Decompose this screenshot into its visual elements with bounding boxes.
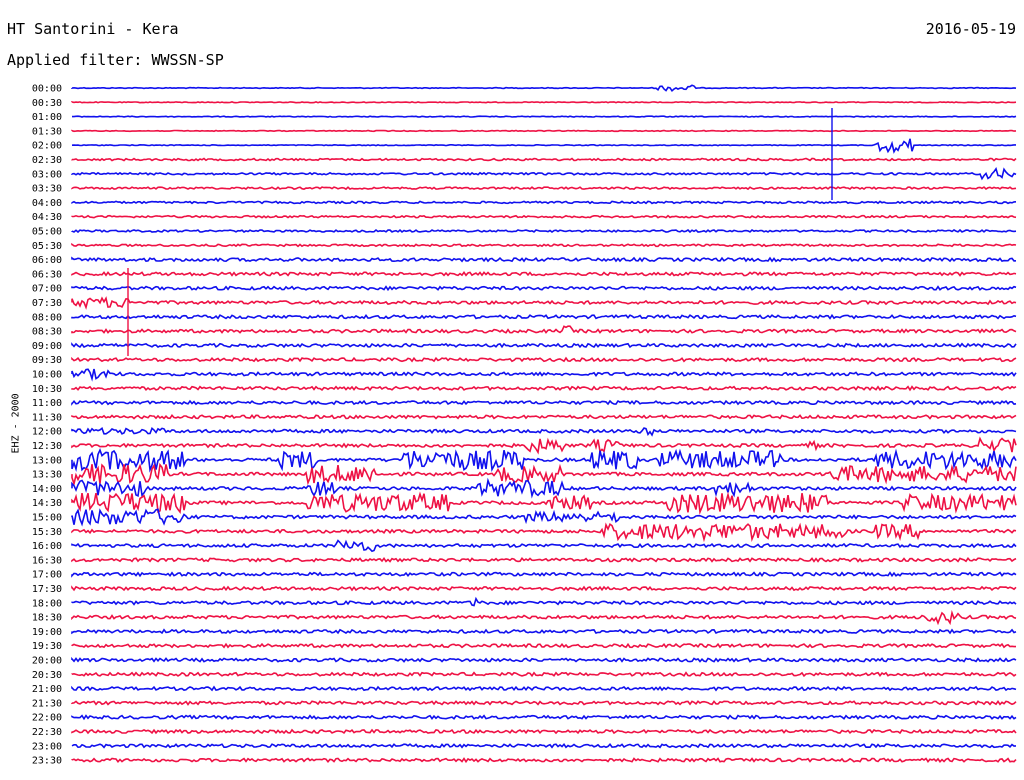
seismic-trace [71,166,1017,181]
seismic-trace [71,743,1017,749]
time-label: 16:00 [32,541,62,552]
time-label: 23:00 [32,741,62,752]
seismic-trace [71,157,1017,162]
seismic-trace [71,462,1017,487]
time-label: 15:30 [32,527,62,538]
seismic-trace [71,129,1017,133]
seismic-trace [71,200,1017,205]
seismic-trace [71,186,1017,191]
seismic-trace [71,656,1017,663]
seismic-trace [71,585,1017,592]
time-label: 13:30 [32,470,62,481]
seismic-trace [71,596,1017,607]
seismic-trace [71,491,1017,515]
time-label: 16:30 [32,555,62,566]
time-label: 06:00 [32,255,62,266]
time-label: 01:00 [32,112,62,123]
time-label: 18:00 [32,598,62,609]
seismic-trace [71,628,1017,635]
seismic-trace [71,448,1017,473]
seismic-trace [71,571,1017,578]
seismic-trace [71,356,1017,363]
time-label: 10:00 [32,370,62,381]
time-label: 05:30 [32,241,62,252]
seismic-trace [71,477,1017,499]
seismic-trace [71,84,1017,93]
time-label: 00:30 [32,98,62,109]
time-label: 02:30 [32,155,62,166]
seismic-trace [71,508,1017,527]
time-label: 22:30 [32,727,62,738]
time-label: 08:30 [32,327,62,338]
time-label: 17:00 [32,570,62,581]
time-label: 21:30 [32,698,62,709]
time-label: 23:30 [32,756,62,767]
seismic-trace [71,385,1017,392]
time-label: 14:30 [32,498,62,509]
time-label: 17:30 [32,584,62,595]
time-label: 12:30 [32,441,62,452]
seismic-trace [71,426,1017,437]
time-label: 12:00 [32,427,62,438]
time-label: 01:30 [32,126,62,137]
seismic-trace [71,325,1017,334]
seismic-trace [71,685,1017,692]
seismic-trace [71,539,1017,553]
helicorder-plot: 00:00 00:30 01:00 01:30 02:00 02:30 03:00 03:30… [32,84,1017,767]
time-label: 15:00 [32,513,62,524]
time-label: 11:00 [32,398,62,409]
time-label: 02:00 [32,141,62,152]
time-label: 09:00 [32,341,62,352]
seismic-trace [71,256,1017,263]
seismic-trace [71,342,1017,349]
time-label: 11:30 [32,412,62,423]
time-label: 04:00 [32,198,62,209]
seismic-trace [71,214,1017,219]
seismic-trace [71,242,1017,248]
seismic-trace [71,671,1017,678]
time-label: 20:00 [32,656,62,667]
seismic-trace [71,285,1017,292]
time-label: 06:30 [32,269,62,280]
seismic-trace [71,101,1017,104]
time-label: 03:30 [32,184,62,195]
time-label: 18:30 [32,613,62,624]
time-label: 19:00 [32,627,62,638]
seismic-trace [71,138,1016,154]
seismic-trace [71,728,1017,735]
time-label: 08:00 [32,312,62,323]
seismic-trace [71,557,1017,563]
time-label: 22:00 [32,713,62,724]
seismic-trace [71,436,1017,455]
time-label: 21:00 [32,684,62,695]
seismic-trace [71,228,1017,234]
time-label: 03:00 [32,169,62,180]
seismic-trace [72,115,1017,118]
time-label: 09:30 [32,355,62,366]
time-label: 00:00 [32,84,62,95]
seismic-trace [71,642,1016,649]
seismic-trace [71,271,1017,277]
seismic-trace [71,699,1017,706]
time-label: 19:30 [32,641,62,652]
time-label: 07:00 [32,284,62,295]
time-label: 05:00 [32,227,62,238]
time-label: 20:30 [32,670,62,681]
seismic-trace [71,413,1017,420]
seismic-trace [71,296,1017,310]
time-label: 07:30 [32,298,62,309]
time-label: 10:30 [32,384,62,395]
time-label: 14:00 [32,484,62,495]
seismic-trace [71,399,1017,406]
seismic-trace [71,757,1017,764]
seismic-trace [71,522,1017,543]
time-label: 13:00 [32,455,62,466]
seismic-trace [71,313,1017,320]
time-label: 04:30 [32,212,62,223]
seismic-trace [71,368,1017,382]
seismic-trace [71,714,1017,721]
seismic-trace [71,609,1017,626]
